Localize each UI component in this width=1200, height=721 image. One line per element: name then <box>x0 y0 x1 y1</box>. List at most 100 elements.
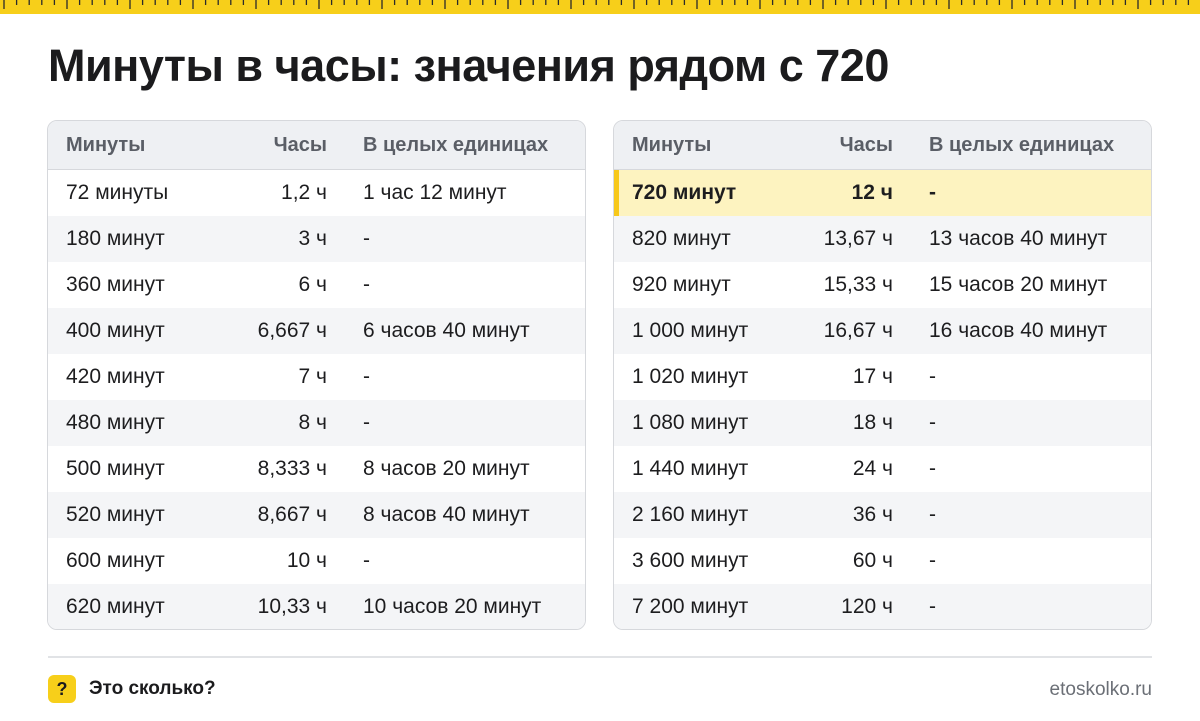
table-row: 920 минут 15,33 ч 15 часов 20 минут <box>614 262 1151 308</box>
table-row: 1 080 минут 18 ч - <box>614 400 1151 446</box>
header-whole-units: В целых единицах <box>929 133 1115 156</box>
cell-whole-units: 1 час 12 минут <box>363 181 507 204</box>
cell-hours: 12 ч <box>851 181 893 204</box>
cell-minutes: 720 минут <box>632 181 737 204</box>
table-row: 1 000 минут 16,67 ч 16 часов 40 минут <box>614 308 1151 354</box>
cell-minutes: 400 минут <box>66 319 165 342</box>
table-header: Минуты Часы В целых единицах <box>614 121 1151 170</box>
cell-minutes: 620 минут <box>66 595 165 618</box>
cell-minutes: 1 080 минут <box>632 411 749 434</box>
table-row: 400 минут 6,667 ч 6 часов 40 минут <box>48 308 585 354</box>
cell-whole-units: 8 часов 20 минут <box>363 457 530 480</box>
cell-whole-units: - <box>929 181 936 204</box>
cell-whole-units: - <box>363 365 370 388</box>
cell-hours: 7 ч <box>298 365 327 388</box>
table-row: 500 минут 8,333 ч 8 часов 20 минут <box>48 446 585 492</box>
cell-hours: 8,667 ч <box>257 503 327 526</box>
header-hours: Часы <box>273 133 327 156</box>
table-row: 7 200 минут 120 ч - <box>614 584 1151 629</box>
cell-minutes: 1 000 минут <box>632 319 749 342</box>
cell-hours: 16,67 ч <box>823 319 893 342</box>
table-body: 720 минут 12 ч - 820 минут 13,67 ч 13 часов 4… <box>614 170 1151 629</box>
cell-hours: 8 ч <box>298 411 327 434</box>
cell-minutes: 600 минут <box>66 549 165 572</box>
cell-whole-units: - <box>363 273 370 296</box>
table-row: 3 600 минут 60 ч - <box>614 538 1151 584</box>
cell-hours: 6,667 ч <box>257 319 327 342</box>
site-url: etoskolko.ru <box>1049 679 1152 700</box>
table-row: 600 минут 10 ч - <box>48 538 585 584</box>
cell-minutes: 500 минут <box>66 457 165 480</box>
cell-hours: 13,67 ч <box>823 227 893 250</box>
cell-minutes: 3 600 минут <box>632 549 749 572</box>
cell-whole-units: - <box>929 365 936 388</box>
header-whole-units: В целых единицах <box>363 133 549 156</box>
table-row: 72 минуты 1,2 ч 1 час 12 минут <box>48 170 585 216</box>
minutes-table-left: Минуты Часы В целых единицах 72 минуты 1,… <box>47 120 586 630</box>
cell-whole-units: - <box>363 411 370 434</box>
cell-minutes: 820 минут <box>632 227 731 250</box>
table-row: 2 160 минут 36 ч - <box>614 492 1151 538</box>
table-row: 620 минут 10,33 ч 10 часов 20 минут <box>48 584 585 629</box>
table-row: 180 минут 3 ч - <box>48 216 585 262</box>
footer-divider <box>48 656 1152 658</box>
page-title: Минуты в часы: значения рядом с 720 <box>48 40 889 91</box>
header-hours: Часы <box>839 133 893 156</box>
table-body: 72 минуты 1,2 ч 1 час 12 минут 180 минут 3 ч… <box>48 170 585 629</box>
header-minutes: Минуты <box>632 133 712 156</box>
cell-hours: 60 ч <box>852 549 893 572</box>
cell-whole-units: - <box>929 411 936 434</box>
cell-whole-units: 8 часов 40 минут <box>363 503 530 526</box>
header-minutes: Минуты <box>66 133 146 156</box>
cell-minutes: 520 минут <box>66 503 165 526</box>
cell-minutes: 420 минут <box>66 365 165 388</box>
brand-name: Это сколько? <box>89 678 216 699</box>
cell-minutes: 920 минут <box>632 273 731 296</box>
cell-whole-units: - <box>929 457 936 480</box>
table-row: 480 минут 8 ч - <box>48 400 585 446</box>
table-row: 820 минут 13,67 ч 13 часов 40 минут <box>614 216 1151 262</box>
cell-whole-units: 10 часов 20 минут <box>363 595 542 618</box>
cell-hours: 18 ч <box>852 411 893 434</box>
cell-hours: 6 ч <box>298 273 327 296</box>
logo-glyph: ? <box>56 678 68 699</box>
cell-hours: 3 ч <box>298 227 327 250</box>
ruler-strip <box>0 0 1200 14</box>
cell-minutes: 180 минут <box>66 227 165 250</box>
cell-minutes: 480 минут <box>66 411 165 434</box>
cell-whole-units: - <box>929 503 936 526</box>
cell-minutes: 72 минуты <box>66 181 169 204</box>
table-row: 1 440 минут 24 ч - <box>614 446 1151 492</box>
cell-whole-units: 13 часов 40 минут <box>929 227 1108 250</box>
table-header: Минуты Часы В целых единицах <box>48 121 585 170</box>
cell-minutes: 360 минут <box>66 273 165 296</box>
cell-whole-units: 16 часов 40 минут <box>929 319 1108 342</box>
table-row: 1 020 минут 17 ч - <box>614 354 1151 400</box>
question-logo-icon: ? <box>48 675 76 703</box>
cell-whole-units: - <box>929 549 936 572</box>
cell-hours: 10 ч <box>286 549 327 572</box>
cell-whole-units: - <box>929 595 936 618</box>
cell-hours: 1,2 ч <box>281 181 327 204</box>
cell-whole-units: 6 часов 40 минут <box>363 319 530 342</box>
table-row: 520 минут 8,667 ч 8 часов 40 минут <box>48 492 585 538</box>
cell-minutes: 7 200 минут <box>632 595 749 618</box>
cell-minutes: 2 160 минут <box>632 503 749 526</box>
cell-hours: 10,33 ч <box>257 595 327 618</box>
table-row: 360 минут 6 ч - <box>48 262 585 308</box>
cell-hours: 8,333 ч <box>257 457 327 480</box>
cell-minutes: 1 020 минут <box>632 365 749 388</box>
cell-hours: 36 ч <box>852 503 893 526</box>
cell-hours: 24 ч <box>852 457 893 480</box>
cell-hours: 15,33 ч <box>823 273 893 296</box>
cell-hours: 17 ч <box>852 365 893 388</box>
cell-whole-units: - <box>363 227 370 250</box>
cell-minutes: 1 440 минут <box>632 457 749 480</box>
cell-whole-units: 15 часов 20 минут <box>929 273 1108 296</box>
table-row-highlighted: 720 минут 12 ч - <box>614 170 1151 216</box>
ruler-ticks <box>3 0 1190 9</box>
cell-whole-units: - <box>363 549 370 572</box>
table-row: 420 минут 7 ч - <box>48 354 585 400</box>
minutes-table-right: Минуты Часы В целых единицах 720 минут 12… <box>613 120 1152 630</box>
cell-hours: 120 ч <box>841 595 893 618</box>
